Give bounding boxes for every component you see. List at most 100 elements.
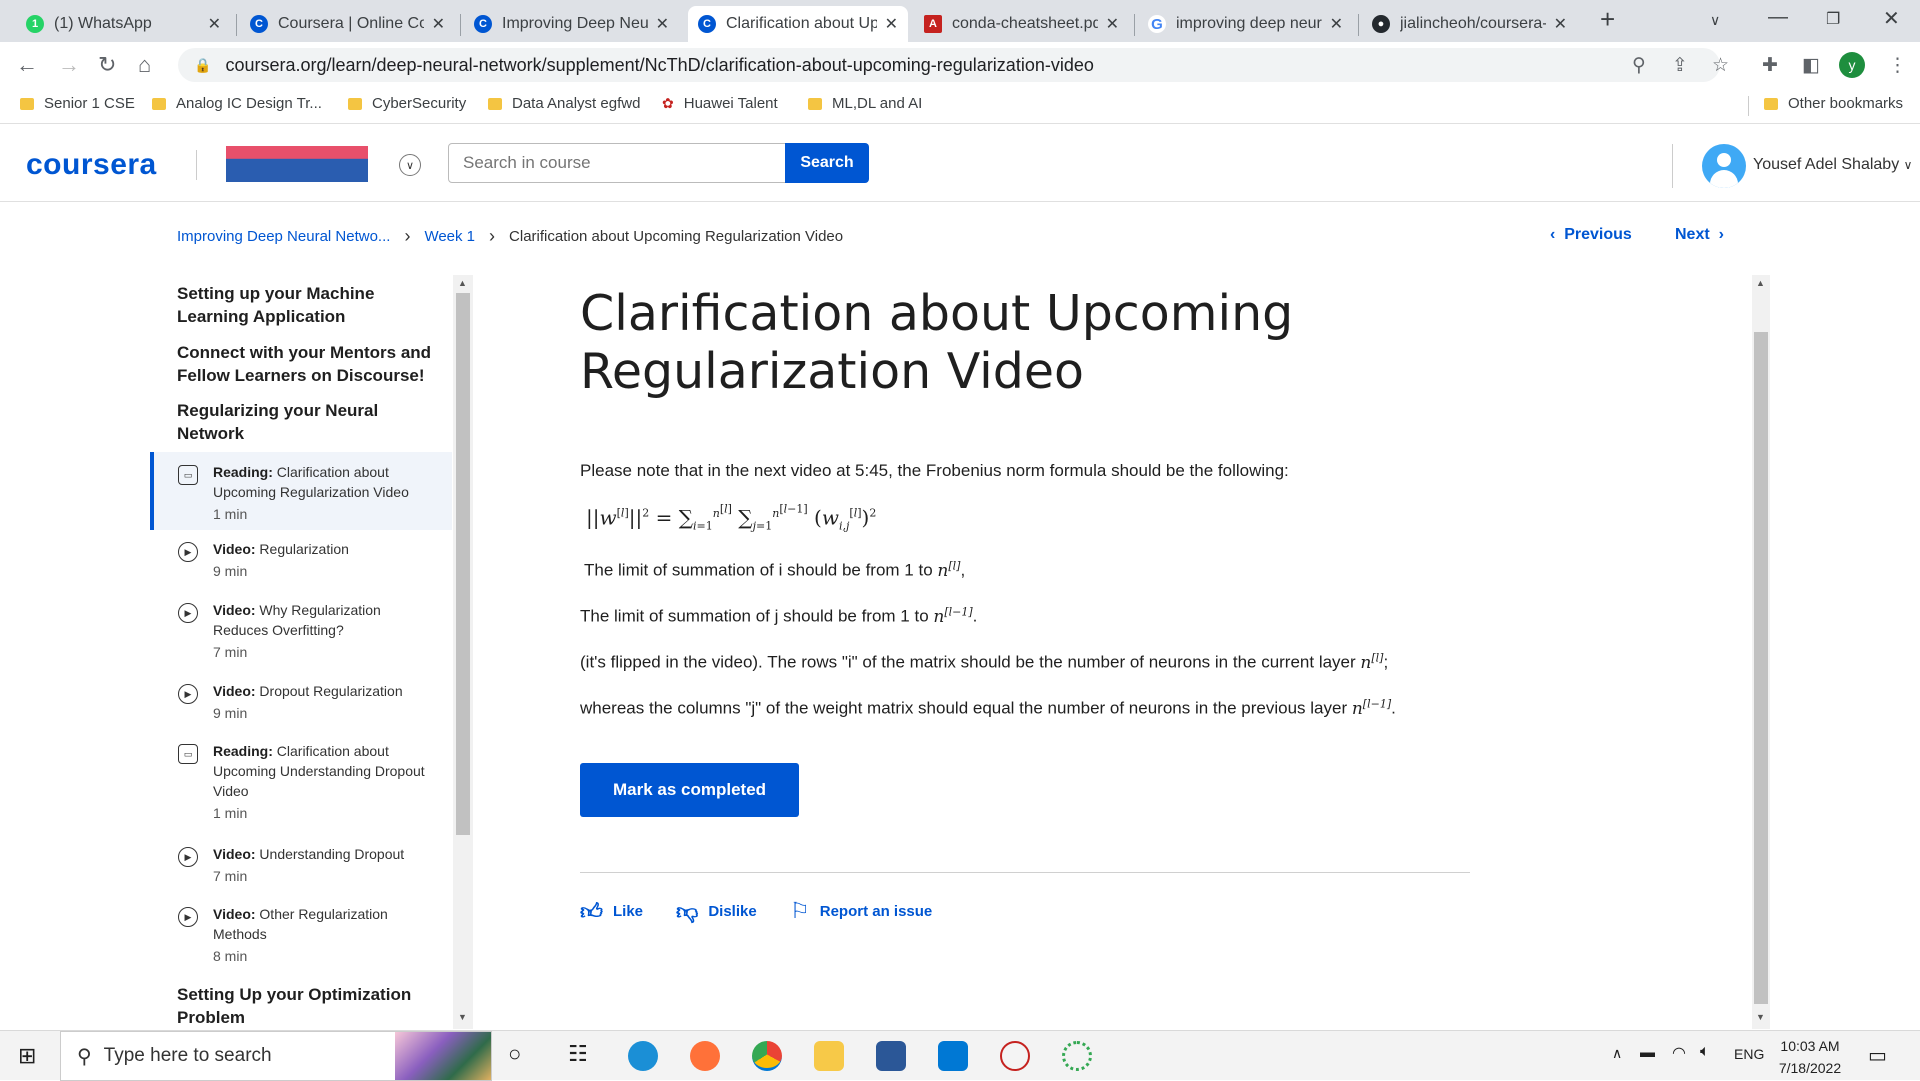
close-icon[interactable]: ✕	[656, 14, 669, 34]
scroll-down-icon[interactable]: ▼	[1756, 1012, 1765, 1022]
bookmark-divider	[1748, 96, 1749, 116]
share-icon[interactable]: ⇪	[1672, 54, 1688, 77]
reload-icon[interactable]: ↻	[98, 52, 116, 78]
sidebar-item-video-why-regularization[interactable]: ▶ Video: Why Regularization Reduces Over…	[150, 600, 452, 674]
address-bar[interactable]: 🔒 coursera.org/learn/deep-neural-network…	[178, 48, 1720, 82]
tab-conda-cheatsheet[interactable]: A conda-cheatsheet.pdf ✕	[914, 6, 1129, 42]
widgets-icon[interactable]: ☷	[568, 1041, 588, 1067]
user-avatar-icon[interactable]	[1702, 144, 1746, 188]
user-name: Yousef Adel Shalaby	[1753, 156, 1900, 173]
task-view-icon[interactable]: ○	[508, 1041, 521, 1067]
scroll-up-icon[interactable]: ▲	[1756, 278, 1765, 288]
dislike-button[interactable]: 👎︎ Dislike	[676, 898, 757, 925]
tab-whatsapp[interactable]: 1 (1) WhatsApp ✕	[16, 6, 231, 42]
sidebar-item-video-dropout[interactable]: ▶ Video: Dropout Regularization 9 min	[150, 681, 452, 733]
course-banner-image[interactable]	[226, 146, 368, 182]
chevron-up-icon[interactable]: ∧	[1612, 1045, 1622, 1062]
breadcrumb-course[interactable]: Improving Deep Neural Netwo...	[177, 228, 390, 245]
bookmark-item[interactable]: CyberSecurity	[348, 95, 466, 112]
bookmark-label: CyberSecurity	[372, 95, 467, 112]
window-close-icon[interactable]: ✕	[1883, 6, 1900, 31]
close-icon[interactable]: ✕	[1106, 14, 1119, 34]
item-duration: 1 min	[213, 805, 248, 821]
flipped-label: (it's flipped in the video). The rows "i…	[580, 652, 1356, 672]
snipping-tool-icon[interactable]	[1000, 1041, 1030, 1071]
notification-icon[interactable]: ▭	[1868, 1043, 1887, 1068]
kebab-menu-icon[interactable]: ⋮	[1888, 54, 1907, 77]
edge-icon[interactable]	[628, 1041, 658, 1071]
back-arrow-icon[interactable]: ←	[16, 52, 38, 78]
like-button[interactable]: 👍︎ Like	[580, 898, 643, 925]
lock-icon[interactable]: 🔒	[194, 57, 211, 74]
chevron-down-icon[interactable]: ∨	[399, 154, 421, 176]
bookmark-star-icon[interactable]: ☆	[1712, 54, 1729, 77]
close-icon[interactable]: ✕	[1554, 14, 1567, 34]
bookmark-item[interactable]: ✿ Huawei Talent	[662, 95, 778, 112]
section-title[interactable]: Regularizing your Neural Network	[177, 399, 437, 445]
firefox-icon[interactable]	[690, 1041, 720, 1071]
extensions-icon[interactable]: ✚	[1762, 54, 1778, 77]
section-title[interactable]: Connect with your Mentors and Fellow Lea…	[177, 341, 437, 387]
wifi-icon[interactable]: ◠	[1672, 1043, 1686, 1063]
previous-button[interactable]: ‹ Previous	[1550, 226, 1632, 244]
other-bookmarks[interactable]: Other bookmarks	[1764, 95, 1903, 112]
sidebar-item-video-other-methods[interactable]: ▶ Video: Other Regularization Methods 8 m…	[150, 904, 452, 978]
columns-label: whereas the columns "j" of the weight ma…	[580, 698, 1348, 718]
mail-icon[interactable]	[938, 1041, 968, 1071]
sidebar-item-reading-clarification[interactable]: ▭ Reading: Clarification about Upcoming …	[150, 452, 452, 530]
search-input[interactable]	[448, 143, 786, 183]
sidebar-item-video-regularization[interactable]: ▶ Video: Regularization 9 min	[150, 539, 452, 591]
breadcrumb-week[interactable]: Week 1	[424, 228, 475, 245]
close-icon[interactable]: ✕	[1330, 14, 1343, 34]
restore-icon[interactable]: ❐	[1826, 9, 1840, 29]
coursera-icon: C	[250, 15, 268, 33]
tab-separator	[1358, 14, 1359, 36]
close-icon[interactable]: ✕	[432, 14, 445, 34]
next-button[interactable]: Next ›	[1675, 226, 1724, 244]
item-type: Reading:	[213, 743, 273, 759]
volume-icon[interactable]: 🔈︎	[1700, 1043, 1710, 1061]
tab-google-search[interactable]: G improving deep neur ✕	[1138, 6, 1353, 42]
sidebar-item-reading-dropout[interactable]: ▭ Reading: Clarification about Upcoming …	[150, 741, 452, 837]
file-explorer-icon[interactable]	[814, 1041, 844, 1071]
zoom-icon[interactable]: ⚲	[1632, 54, 1646, 77]
user-menu[interactable]: Yousef Adel Shalaby ∨	[1753, 156, 1912, 174]
tab-github[interactable]: ● jialincheoh/coursera- ✕	[1362, 6, 1577, 42]
side-panel-icon[interactable]: ◧	[1802, 54, 1820, 77]
mark-as-completed-button[interactable]: Mark as completed	[580, 763, 799, 817]
language-indicator[interactable]: ENG	[1734, 1046, 1764, 1062]
taskbar-search[interactable]: ⚲ Type here to search	[60, 1031, 492, 1081]
scroll-down-icon[interactable]: ▼	[458, 1012, 467, 1022]
tab-improving-deep-neural[interactable]: C Improving Deep Neur ✕	[464, 6, 679, 42]
sidebar-scrollbar-thumb[interactable]	[456, 293, 470, 835]
home-icon[interactable]: ⌂	[138, 52, 151, 78]
coursera-logo[interactable]: coursera	[26, 148, 157, 182]
taskbar-clock[interactable]: 10:03 AM 7/18/2022	[1774, 1035, 1846, 1079]
close-icon[interactable]: ✕	[885, 14, 898, 34]
tab-clarification-active[interactable]: C Clarification about Up ✕	[688, 6, 908, 42]
forward-arrow-icon[interactable]: →	[58, 52, 80, 78]
close-icon[interactable]: ✕	[208, 14, 221, 34]
battery-icon[interactable]: ▬	[1640, 1044, 1655, 1061]
tab-search-chevron-icon[interactable]: ∨	[1710, 12, 1720, 29]
section-title[interactable]: Setting up your Machine Learning Applica…	[177, 282, 437, 328]
report-issue-button[interactable]: ⚐ Report an issue	[790, 898, 932, 924]
bookmark-item[interactable]: Analog IC Design Tr...	[152, 95, 322, 112]
minimize-icon[interactable]: —	[1768, 6, 1788, 29]
scroll-up-icon[interactable]: ▲	[458, 278, 467, 288]
windows-start-icon[interactable]: ⊞	[18, 1043, 36, 1069]
new-tab-icon[interactable]: +	[1600, 4, 1615, 35]
page-scrollbar-thumb[interactable]	[1754, 332, 1768, 1004]
sidebar-item-video-understanding-dropout[interactable]: ▶ Video: Understanding Dropout 7 min	[150, 844, 452, 896]
bookmark-item[interactable]: Data Analyst egfwd	[488, 95, 640, 112]
search-button[interactable]: Search	[785, 143, 869, 183]
dislike-label: Dislike	[708, 903, 757, 920]
app-loading-icon[interactable]	[1062, 1041, 1092, 1071]
microsoft-store-icon[interactable]	[876, 1041, 906, 1071]
tab-coursera-online[interactable]: C Coursera | Online Cou ✕	[240, 6, 455, 42]
section-title[interactable]: Setting Up your Optimization Problem	[177, 983, 437, 1029]
chrome-icon[interactable]	[752, 1041, 782, 1071]
profile-avatar[interactable]: y	[1839, 52, 1865, 78]
bookmark-item[interactable]: ML,DL and AI	[808, 95, 922, 112]
bookmark-item[interactable]: Senior 1 CSE	[20, 95, 135, 112]
